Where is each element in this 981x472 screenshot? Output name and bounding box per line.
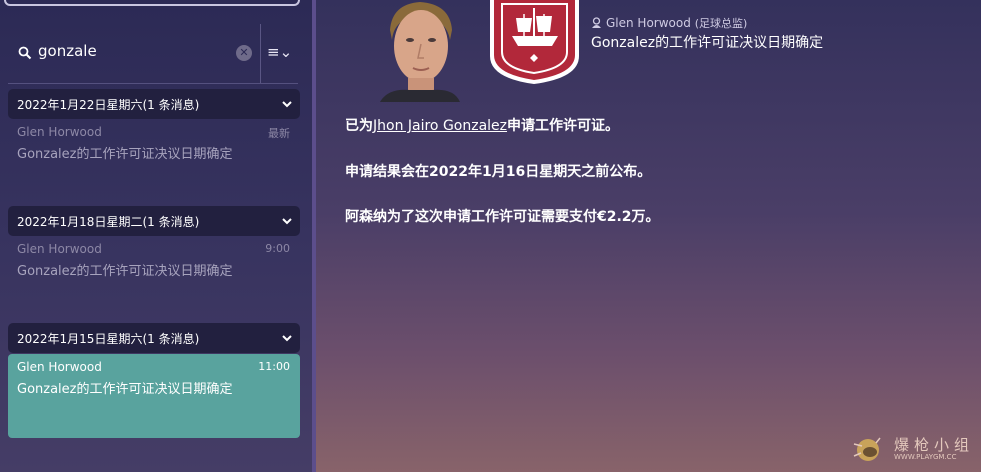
body-line-3: 阿森纳为了这次申请工作许可证需要支付€2.2万。 [345,209,660,225]
staff-portrait-avatar[interactable] [380,0,460,102]
inbox-screen: gonzale ✕ ≡⌄ 2022年1月22日星期六(1 条消息) Glen H… [0,0,981,472]
message-time: 最新 [268,127,290,140]
message-subject: Gonzalez的工作许可证决议日期确定 [17,382,233,397]
chevron-down-icon[interactable] [282,216,292,226]
body-line-2: 申请结果会在2022年1月16日星期天之前公布。 [345,164,652,180]
watermark-logo: 爆枪小组 WWW.PLAYGM.CC [850,432,975,466]
message-title: Gonzalez的工作许可证决议日期确定 [591,35,824,51]
watermark-mascot-icon [853,437,881,461]
message-subject: Gonzalez的工作许可证决议日期确定 [17,147,233,162]
message-item[interactable]: Glen Horwood 最新 Gonzalez的工作许可证决议日期确定 [8,119,300,203]
body-line-1-prefix: 已为 [345,118,373,134]
clear-search-icon[interactable]: ✕ [236,45,252,61]
body-line-1: 已为Jhon Jairo Gonzalez申请工作许可证。 [345,115,619,135]
message-sender: Glen Horwood [17,360,102,374]
body-line-1-suffix: 申请工作许可证。 [507,118,620,134]
sort-menu-button[interactable]: ≡⌄ [267,42,295,62]
date-group-title: 2022年1月18日星期二(1 条消息) [17,215,200,229]
search-underline [8,83,298,84]
date-group-title: 2022年1月15日星期六(1 条消息) [17,332,200,346]
player-name-link[interactable]: Jhon Jairo Gonzalez [373,118,507,134]
sidebar-divider[interactable] [312,0,316,472]
message-list-sidebar: gonzale ✕ ≡⌄ 2022年1月22日星期六(1 条消息) Glen H… [0,0,312,472]
watermark-url: WWW.PLAYGM.CC [894,453,957,461]
search-input[interactable]: gonzale [38,42,97,60]
message-sender: Glen Horwood [17,125,102,139]
watermark-text: 爆枪小组 [894,436,975,454]
message-subject: Gonzalez的工作许可证决议日期确定 [17,264,233,279]
date-group-header[interactable]: 2022年1月15日星期六(1 条消息) [8,323,300,353]
message-time: 9:00 [265,242,290,255]
message-item[interactable]: Glen Horwood 9:00 Gonzalez的工作许可证决议日期确定 [8,236,300,320]
chevron-down-icon[interactable] [282,99,292,109]
message-time: 11:00 [258,360,290,373]
search-bar: gonzale ✕ ≡⌄ [8,22,300,84]
person-icon [592,17,601,28]
date-group-header[interactable]: 2022年1月18日星期二(1 条消息) [8,206,300,236]
club-crest-logo[interactable] [488,0,581,84]
date-group-header[interactable]: 2022年1月22日星期六(1 条消息) [8,89,300,119]
chevron-down-icon[interactable] [282,333,292,343]
sender-role: (足球总监) [694,17,748,30]
message-sender-header[interactable]: Glen Horwood (足球总监) [591,15,747,31]
message-sender: Glen Horwood [17,242,102,256]
sender-name[interactable]: Glen Horwood [606,16,691,30]
search-separator [260,24,261,84]
collapsed-panel[interactable] [4,0,300,6]
date-group-title: 2022年1月22日星期六(1 条消息) [17,98,200,112]
message-item-selected[interactable]: Glen Horwood 11:00 Gonzalez的工作许可证决议日期确定 [8,354,300,438]
search-icon [18,46,32,60]
